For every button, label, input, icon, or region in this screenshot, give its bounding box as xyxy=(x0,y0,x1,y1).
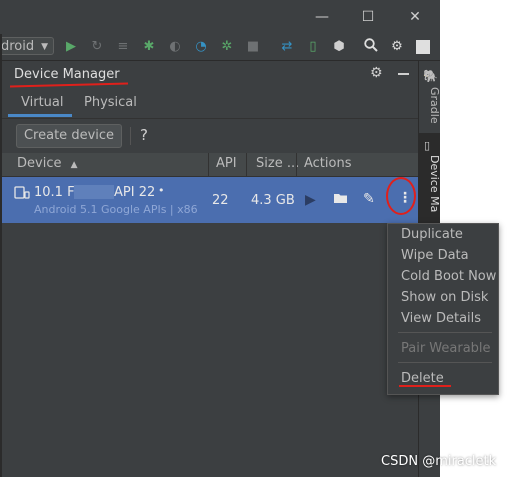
attach-debugger-icon[interactable]: ✲ xyxy=(218,38,236,56)
profile-icon[interactable]: ◔ xyxy=(192,38,210,56)
edit-pencil-icon[interactable]: ✎ xyxy=(363,191,375,207)
column-header-api[interactable]: API xyxy=(216,156,237,171)
gradle-elephant-icon: 🐘 xyxy=(423,69,438,83)
apply-changes-icon[interactable]: ↻ xyxy=(88,38,106,56)
folder-icon[interactable] xyxy=(333,192,349,209)
column-divider xyxy=(246,153,247,176)
device-size: 4.3 GB xyxy=(251,193,295,208)
column-divider xyxy=(208,153,209,176)
help-icon[interactable]: ? xyxy=(140,126,148,144)
table-row[interactable]: 10.1 F API 22 • Android 5.1 Google APIs … xyxy=(0,177,418,223)
sort-ascending-icon: ▲ xyxy=(70,160,78,170)
menu-divider xyxy=(398,332,492,333)
apply-code-icon[interactable]: ≡ xyxy=(114,38,132,56)
sdk-manager-icon[interactable]: ⬢ xyxy=(330,38,348,56)
device-icon xyxy=(14,186,30,200)
column-label: Device xyxy=(17,156,62,171)
column-header-size[interactable]: Size ... xyxy=(256,156,299,171)
close-window-button[interactable]: ✕ xyxy=(405,8,425,26)
stop-icon[interactable]: ■ xyxy=(244,38,262,56)
run-config-label: droid xyxy=(1,39,35,54)
menu-item-wipe-data[interactable]: Wipe Data xyxy=(401,248,469,263)
tab-physical[interactable]: Physical xyxy=(84,95,137,110)
active-tab-indicator xyxy=(8,114,72,117)
panel-title: Device Manager xyxy=(14,67,120,82)
device-api-suffix: API 22 xyxy=(114,185,156,200)
main-toolbar: droid ▼ ▶ ↻ ≡ ✱ ◐ ◔ ✲ ■ ⇄ ▯ ⬢ ⚙ xyxy=(0,34,440,61)
device-subtitle: Android 5.1 Google APIs | x86 xyxy=(34,203,198,216)
redacted-region xyxy=(74,185,114,199)
title-bar: — ☐ ✕ xyxy=(0,0,440,34)
annotation-circle xyxy=(386,177,416,215)
device-manager-side-icon: ▯ xyxy=(424,139,431,152)
device-manager-icon[interactable]: ▯ xyxy=(304,38,322,56)
device-name: 10.1 F xyxy=(34,185,75,200)
run-config-dropdown[interactable]: droid ▼ xyxy=(0,37,54,55)
sync-gradle-icon[interactable]: ⇄ xyxy=(278,38,296,56)
create-device-button[interactable]: Create device xyxy=(16,124,122,148)
context-menu: Duplicate Wipe Data Cold Boot Now Show o… xyxy=(387,223,499,395)
table-header: Device ▲ API Size ... Actions xyxy=(0,153,418,177)
hide-panel-icon[interactable] xyxy=(398,73,409,75)
search-icon[interactable] xyxy=(362,38,380,56)
tab-bar: Virtual Physical xyxy=(0,89,418,117)
debug-icon[interactable]: ✱ xyxy=(140,38,158,56)
side-tab-gradle[interactable]: Gradle xyxy=(419,87,440,124)
settings-icon[interactable]: ⚙ xyxy=(388,38,406,56)
annotation-underline xyxy=(9,82,129,88)
menu-divider xyxy=(398,362,492,363)
gear-icon[interactable]: ⚙ xyxy=(370,65,383,81)
menu-item-duplicate[interactable]: Duplicate xyxy=(401,227,463,242)
annotation-underline xyxy=(399,385,451,387)
coverage-icon[interactable]: ◐ xyxy=(166,38,184,56)
status-dot-icon: • xyxy=(158,184,165,197)
launch-icon[interactable]: ▶ xyxy=(305,192,316,208)
avatar[interactable] xyxy=(414,38,432,56)
column-header-device[interactable]: Device ▲ xyxy=(17,156,78,171)
table-empty-area xyxy=(0,224,418,477)
run-icon[interactable]: ▶ xyxy=(62,38,80,56)
menu-item-pair-wearable: Pair Wearable xyxy=(401,341,491,356)
menu-item-delete[interactable]: Delete xyxy=(401,371,444,386)
left-edge-divider xyxy=(0,34,2,477)
tool-window-header: Device Manager ⚙ xyxy=(0,61,418,89)
watermark: CSDN @miracletk xyxy=(381,454,497,469)
menu-item-view-details[interactable]: View Details xyxy=(401,311,481,326)
ide-window: — ☐ ✕ droid ▼ ▶ ↻ ≡ ✱ ◐ ◔ ✲ ■ ⇄ ▯ ⬢ ⚙ De… xyxy=(0,0,440,477)
device-api: 22 xyxy=(212,193,229,208)
chevron-down-icon: ▼ xyxy=(41,42,48,52)
menu-item-cold-boot[interactable]: Cold Boot Now xyxy=(401,269,496,284)
device-toolbar: Create device ? xyxy=(0,118,418,153)
tab-virtual[interactable]: Virtual xyxy=(21,95,63,110)
column-divider xyxy=(296,153,297,176)
minimize-button[interactable]: — xyxy=(312,8,332,26)
maximize-button[interactable]: ☐ xyxy=(358,8,378,26)
side-tab-device-manager[interactable]: Device Ma xyxy=(419,155,440,212)
toolbar-divider xyxy=(130,127,131,145)
column-header-actions[interactable]: Actions xyxy=(304,156,352,171)
menu-item-show-on-disk[interactable]: Show on Disk xyxy=(401,290,488,305)
